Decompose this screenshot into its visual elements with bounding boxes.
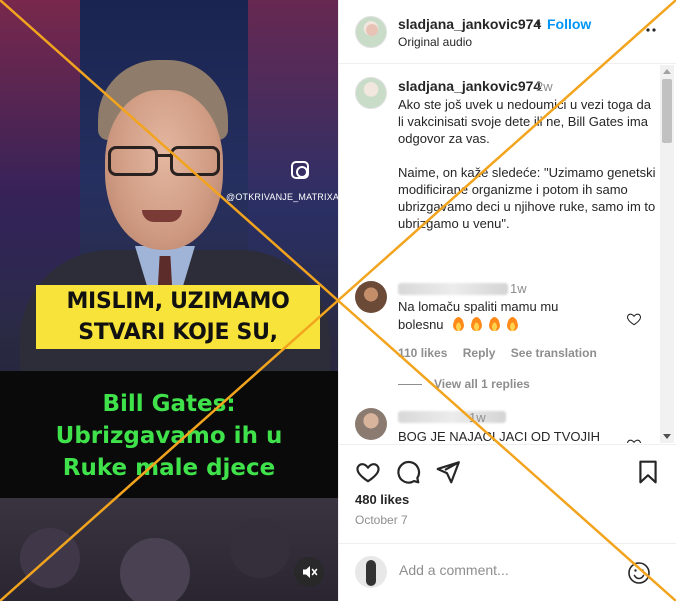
post-actions: 480 likes October 7 bbox=[339, 444, 676, 544]
reply-button[interactable]: Reply bbox=[463, 346, 496, 360]
commenter-avatar[interactable] bbox=[355, 408, 387, 440]
current-user-avatar bbox=[355, 556, 387, 588]
audience-area bbox=[0, 498, 338, 601]
subtitle-line: Bill Gates: bbox=[102, 391, 236, 417]
fire-emoji-icon bbox=[489, 317, 501, 331]
subtitle-text: Bill Gates: Ubrizgavamo ih u Ruke male d… bbox=[0, 388, 338, 484]
comment-line-2-text: bolesnu bbox=[398, 317, 444, 332]
save-bookmark-icon[interactable] bbox=[635, 459, 661, 485]
view-replies-button[interactable]: View all 1 replies bbox=[398, 377, 530, 391]
comment-meta: 110 likes Reply See translation bbox=[398, 346, 609, 360]
caption-banner: MISLIM, UZIMAMO STVARI KOJE SU, bbox=[36, 286, 320, 348]
blurred-username bbox=[398, 283, 508, 295]
separator-dot: • bbox=[536, 15, 541, 31]
comment-likes[interactable]: 110 likes bbox=[398, 346, 447, 360]
add-comment-row bbox=[339, 543, 676, 601]
comments-list[interactable]: sladjana_jankovic974 2w Ako ste još uvek… bbox=[339, 65, 676, 443]
scrollbar-thumb[interactable] bbox=[662, 79, 672, 143]
fire-emoji-icon bbox=[507, 317, 519, 331]
comments-scrollbar[interactable] bbox=[660, 65, 674, 443]
add-comment-input[interactable] bbox=[399, 562, 619, 578]
subtitle-line: Ubrizgavamo ih u bbox=[55, 423, 283, 449]
banner-line: STVARI KOJE SU, bbox=[78, 320, 278, 345]
comment-text: BOG JE NAJACI JACI OD TVOJIH bbox=[398, 429, 601, 443]
fire-emoji-icon bbox=[471, 317, 483, 331]
blurred-username bbox=[398, 411, 506, 423]
flame-emojis bbox=[453, 317, 525, 332]
caption-text: Ako ste još uvek u nedoumici u vezi toga… bbox=[398, 97, 656, 231]
mute-button[interactable] bbox=[294, 557, 324, 587]
comment-timestamp[interactable]: 1w bbox=[510, 281, 527, 296]
avatar[interactable] bbox=[355, 16, 387, 48]
post-date[interactable]: October 7 bbox=[355, 513, 408, 527]
commenter-avatar[interactable] bbox=[355, 281, 387, 313]
speaker-figure bbox=[20, 50, 330, 430]
comment-line: Na lomaču spaliti mamu mu bbox=[398, 299, 559, 314]
instagram-icon bbox=[291, 161, 309, 179]
caption-timestamp[interactable]: 2w bbox=[536, 79, 553, 94]
comment-line-2: bolesnu bbox=[398, 316, 628, 334]
scroll-down-icon[interactable] bbox=[663, 434, 671, 439]
like-comment-icon[interactable] bbox=[626, 311, 642, 327]
emoji-icon[interactable] bbox=[627, 561, 651, 585]
banner-line: MISLIM, UZIMAMO bbox=[66, 289, 290, 314]
post-details-panel: sladjana_jankovic974 • Follow Original a… bbox=[338, 0, 676, 601]
see-translation-link[interactable]: See translation bbox=[511, 346, 597, 360]
comment-text: Na lomaču spaliti mamu mu bolesnu bbox=[398, 298, 628, 334]
speaker-muted-icon bbox=[303, 566, 318, 578]
audio-label[interactable]: Original audio bbox=[398, 35, 472, 49]
more-options-icon[interactable] bbox=[643, 22, 659, 38]
subtitle-line: Ruke male djece bbox=[62, 455, 276, 481]
comment-timestamp[interactable]: 1w bbox=[469, 410, 486, 425]
fire-emoji-icon bbox=[453, 317, 465, 331]
likes-count[interactable]: 480 likes bbox=[355, 492, 409, 507]
follow-button[interactable]: Follow bbox=[547, 16, 591, 32]
video-watermark: @OTKRIVANJE_MATRIXA bbox=[226, 192, 338, 202]
video-player[interactable]: @OTKRIVANJE_MATRIXA MISLIM, UZIMAMO STVA… bbox=[0, 0, 338, 601]
like-heart-icon[interactable] bbox=[355, 459, 381, 485]
scroll-up-icon[interactable] bbox=[663, 69, 671, 74]
avatar[interactable] bbox=[355, 77, 387, 109]
share-paper-plane-icon[interactable] bbox=[435, 459, 461, 485]
caption-username[interactable]: sladjana_jankovic974 bbox=[398, 78, 541, 94]
post-header: sladjana_jankovic974 • Follow Original a… bbox=[339, 0, 676, 64]
comment-bubble-icon[interactable] bbox=[395, 459, 421, 485]
like-comment-icon[interactable] bbox=[626, 437, 642, 443]
author-username[interactable]: sladjana_jankovic974 bbox=[398, 16, 541, 32]
